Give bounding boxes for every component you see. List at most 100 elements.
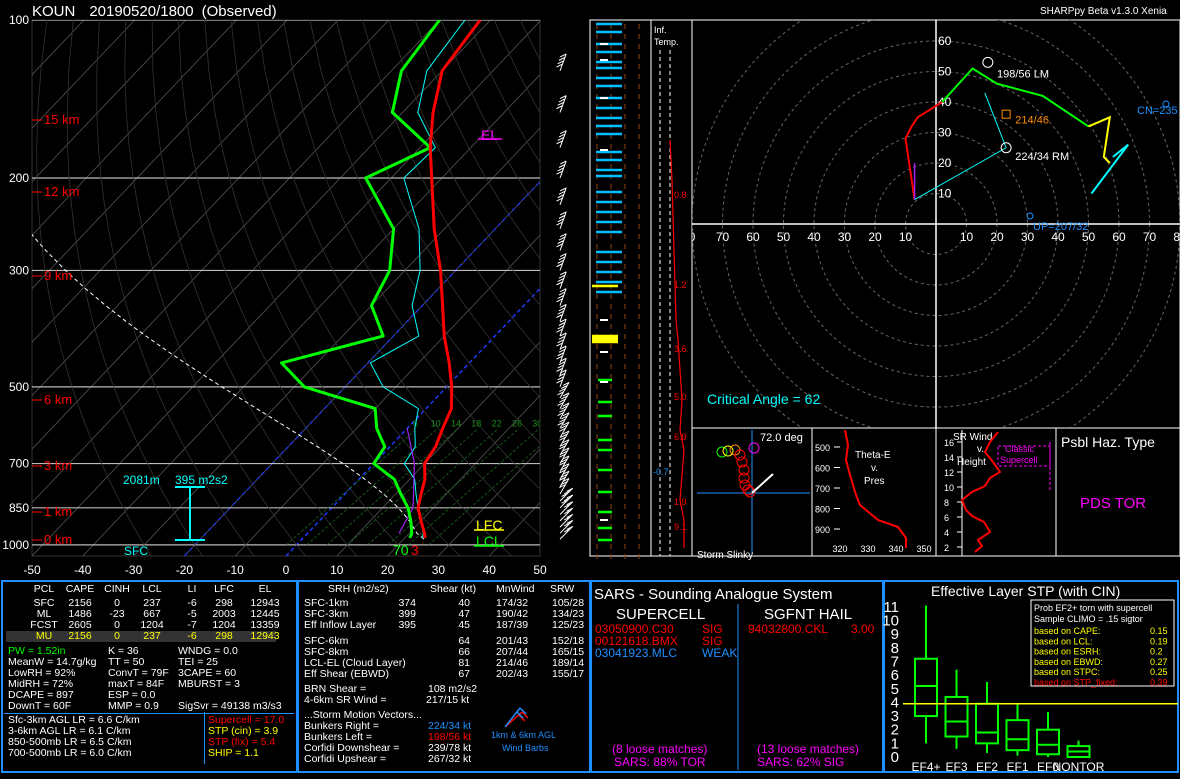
temp-tick-label: -20 xyxy=(176,563,194,577)
hodo-rm-label: 224/34 RM xyxy=(1015,151,1069,163)
hodo-y-tick: 60 xyxy=(938,34,952,48)
wind-barb xyxy=(556,271,567,289)
stp-box-EF1 xyxy=(1005,703,1030,756)
hodo-y-tick: 20 xyxy=(938,156,952,170)
inf-temp-title-1: Inf. xyxy=(654,25,667,35)
sharppy-window: 6 10 14 18 22 26 30 34 100 200 300 500 700 850 1000 -5… xyxy=(0,0,1180,774)
srw-y-tick: 14 xyxy=(944,453,954,463)
stp-y-tick: 0 xyxy=(891,749,899,766)
temp-tick-label: -10 xyxy=(227,563,245,577)
srw-y-tick: 6 xyxy=(944,513,949,523)
wind-barb xyxy=(559,455,570,472)
kin-srh: 395 xyxy=(398,619,416,631)
wind-barb xyxy=(556,332,567,350)
parcel-cell: 2156 xyxy=(68,630,92,642)
hodograph-panel[interactable]: 6050403020100 70 60 50 40 30 20 10 10 20 30 40 50 60 7… xyxy=(689,0,1180,468)
thermo-col3: MBURST = 3 xyxy=(178,678,240,690)
kin-shear: 45 xyxy=(458,619,470,631)
srw-y-tick: 4 xyxy=(944,528,949,538)
sr-wind-value: 217/15 kt xyxy=(426,694,470,706)
parcel-header: CINH xyxy=(104,583,130,595)
stp-iqr-box xyxy=(1005,719,1030,752)
inflow-srh-label: 395 m2s2 xyxy=(175,473,228,487)
height-label: 0 km xyxy=(44,532,72,547)
stp-prob-title: Prob EF2+ torn with supercell xyxy=(1034,603,1152,613)
kin-srw: 125/23 xyxy=(552,619,585,631)
stp-panel: Effective Layer STP (with CIN) 111098765… xyxy=(882,583,1178,774)
height-label: 15 km xyxy=(44,112,79,127)
sars-supercell-pct: SARS: 88% TOR xyxy=(614,755,706,769)
temp-tick-label: 20 xyxy=(381,563,395,577)
hazard-title: Psbl Haz. Type xyxy=(1061,434,1155,450)
hodo-y-tick: 30 xyxy=(938,126,952,140)
stp-based-value: 0.27 xyxy=(1150,657,1168,667)
temp-tick-label: 0 xyxy=(283,563,290,577)
thermo-col3: SigSvr = 49138 m3/s3 xyxy=(178,700,282,712)
stp-iqr-box xyxy=(944,695,969,738)
wind-barb xyxy=(559,525,574,540)
parcel-cell: MU xyxy=(35,630,53,642)
srw-title-1: SR Wind xyxy=(953,432,992,443)
sars-supercell-header: SUPERCELL xyxy=(616,606,705,623)
barb-staff xyxy=(559,526,574,540)
hodo-x-tick: 20 xyxy=(990,230,1004,244)
skewt-wind-barbs xyxy=(556,53,574,540)
theta-title-2: v. xyxy=(871,463,878,474)
wetbulb-label: 14 xyxy=(451,418,461,428)
motion-label: Corfidi Upshear = xyxy=(304,753,386,765)
hodo-x-tick: 80 xyxy=(1173,230,1180,244)
temp-tick-label: -30 xyxy=(125,563,143,577)
kin-mnwind: 187/39 xyxy=(496,619,529,631)
inf-temp-value: 6.9 xyxy=(674,432,687,442)
parcel-header: LFC xyxy=(214,583,234,595)
thermo-indices: PW = 1.52in MeanW = 14.7g/kg LowRH = 92% Mi… xyxy=(4,646,296,772)
stp-based-label: based on CAPE: xyxy=(1034,626,1101,636)
hazard-value: PDS TOR xyxy=(1080,495,1146,512)
inf-temp-title-2: Temp. xyxy=(654,37,679,47)
kin-mnwind: 202/43 xyxy=(496,668,529,680)
pressure-tick-label: 300 xyxy=(9,263,29,277)
stp-category-label: EF1 xyxy=(1006,760,1028,774)
kin-srw: 155/17 xyxy=(552,668,585,680)
inf-temp-value: 0.8 xyxy=(674,190,687,200)
temp-tick-label: 30 xyxy=(432,563,446,577)
hodo-x-tick: 60 xyxy=(746,230,760,244)
inf-temp-value: 1.9 xyxy=(674,497,687,507)
stp-box-EF2 xyxy=(975,681,999,753)
wind-barb xyxy=(556,345,567,364)
station-title: KOUN 20190520/1800 (Observed) xyxy=(32,3,277,20)
stp-based-label: based on STP_fixed: xyxy=(1034,678,1118,688)
kin-row-label: Eff Inflow Layer xyxy=(304,619,377,631)
stp-iqr-box xyxy=(975,702,999,745)
sars-supercell-cat: WEAK xyxy=(702,646,737,660)
inferred-temp-panel: Inf. Temp. 0.8 1.2 3.6 5.0 6.9 1.9 9.1 -0.7 xyxy=(589,19,693,559)
srw-title-2: v. xyxy=(977,444,984,455)
theta-y-tick: 700 xyxy=(815,484,830,494)
wind-barb xyxy=(556,160,567,179)
critical-angle: Critical Angle = 62 xyxy=(707,391,820,407)
theta-title-1: Theta-E xyxy=(855,450,891,461)
stp-climo: Sample CLIMO = .15 sigtor xyxy=(1034,614,1143,624)
el-label: EL xyxy=(481,127,498,143)
stp-box-NONTOR xyxy=(1066,740,1091,758)
pressure-tick-label: 500 xyxy=(9,380,29,394)
theta-e-panel: Theta-E v. Pres 500 600 700 800 900320 330 340… xyxy=(811,427,937,557)
theta-y-tick: 600 xyxy=(815,464,830,474)
hodo-x-tick: 20 xyxy=(868,230,882,244)
inflow-depth-label: 2081m xyxy=(123,473,160,487)
srw-y-tick: 2 xyxy=(944,543,949,553)
height-label: 3 km xyxy=(44,458,72,473)
pressure-tick-label: 200 xyxy=(9,171,29,185)
hodo-up-label: UP=207/32 xyxy=(1033,221,1088,233)
sfc-temp-f: 3 xyxy=(411,542,419,558)
parcel-header: PCL xyxy=(33,583,55,595)
thermo-col1: DownT = 60F xyxy=(8,700,72,712)
hodo-x-tick: 30 xyxy=(838,230,852,244)
sars-hail-size: 3.00 xyxy=(851,622,875,636)
theta-y-tick: 800 xyxy=(815,505,830,515)
pressure-tick-label: 100 xyxy=(9,13,29,27)
sars-title: SARS - Sounding Analogue System xyxy=(594,586,832,603)
parcel-header: EL xyxy=(258,583,272,595)
stp-title: Effective Layer STP (with CIN) xyxy=(931,583,1120,599)
hodo-x-tick: 70 xyxy=(716,230,730,244)
